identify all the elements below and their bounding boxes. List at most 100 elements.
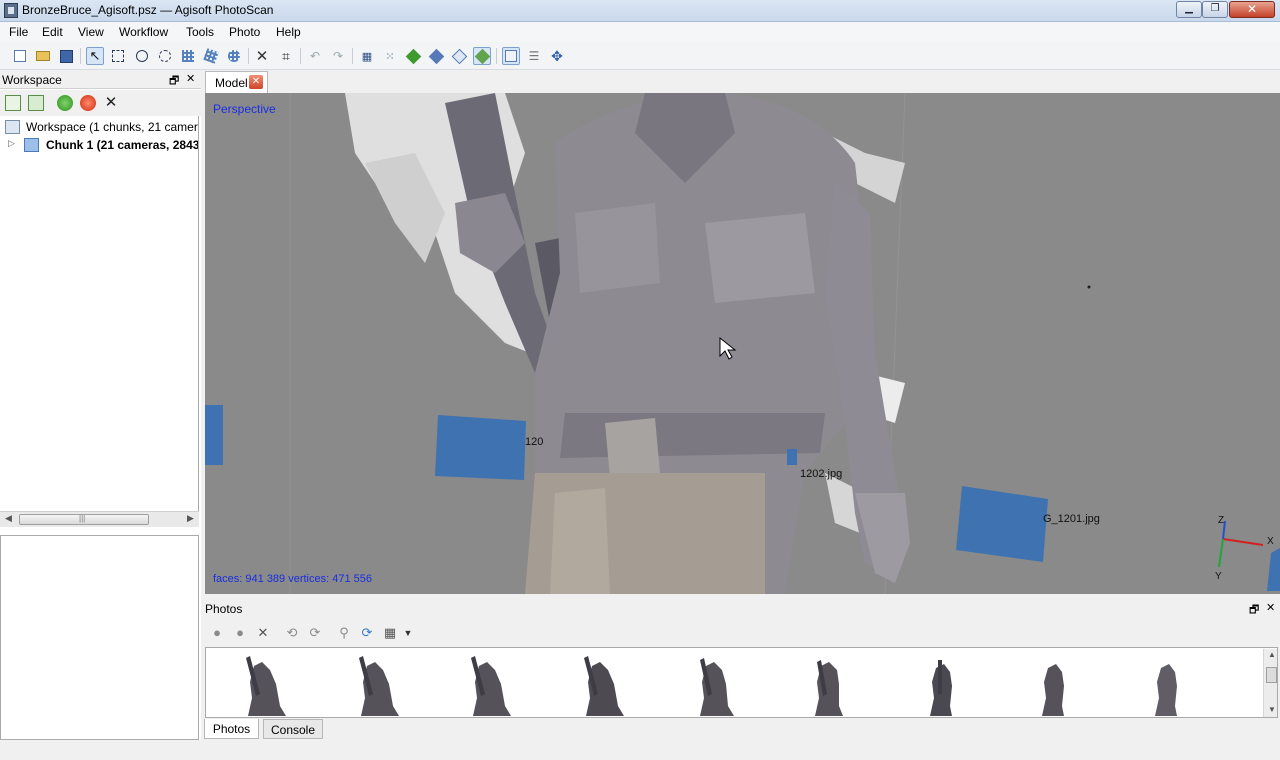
rectangle-selection-icon[interactable] <box>109 47 127 65</box>
main-toolbar: ↖ ✕ ⌗ ↶ ↷ ▦ ⁙ ☰ ✥ <box>0 42 1280 70</box>
title-bar: BronzeBruce_Agisoft.psz — Agisoft PhotoS… <box>0 0 1280 22</box>
menu-file[interactable]: File <box>9 25 28 39</box>
tab-model-label: Model <box>215 76 248 90</box>
model-viewport[interactable]: Perspective 120 1202.jpg G_1201.jpg Z X … <box>205 93 1280 594</box>
open-project-icon[interactable] <box>34 47 52 65</box>
photo-thumbnail[interactable] <box>349 654 409 716</box>
workspace-close-button[interactable]: ✕ <box>186 72 195 85</box>
show-cameras-icon[interactable]: ▦ <box>358 47 376 65</box>
window-title: BronzeBruce_Agisoft.psz — Agisoft PhotoS… <box>22 3 274 17</box>
scroll-right-arrow-icon[interactable]: ▶ <box>187 513 194 524</box>
menu-view[interactable]: View <box>78 25 104 39</box>
shaded-model-icon[interactable] <box>450 47 468 65</box>
scroll-thumb[interactable]: ||| <box>19 514 149 525</box>
projection-label: Perspective <box>213 102 276 116</box>
disable-photos-icon[interactable]: ● <box>232 625 248 641</box>
bottom-tabs: Photos Console <box>204 719 1280 740</box>
view-tabs: Model ✕ <box>205 70 1280 93</box>
view-mode-dropdown-icon[interactable]: ▼ <box>400 625 416 641</box>
photos-float-button[interactable]: 🗗 <box>1249 601 1259 620</box>
photos-thumbnail-strip: ▲ ▼ <box>205 647 1278 718</box>
photos-vertical-scrollbar[interactable]: ▲ ▼ <box>1263 649 1277 717</box>
rotate-left-icon[interactable]: ⟲ <box>284 625 300 641</box>
workspace-properties-pane <box>0 535 199 740</box>
photo-thumbnail[interactable] <box>1024 654 1084 716</box>
photo-thumbnail[interactable] <box>1137 654 1197 716</box>
show-grid-icon[interactable]: ☰ <box>525 47 543 65</box>
rotate-right-icon[interactable]: ⟳ <box>307 625 323 641</box>
camera-label-1200: 120 <box>525 436 544 448</box>
tree-item-label: Workspace (1 chunks, 21 cameras) <box>26 120 199 134</box>
chunk-icon <box>24 138 39 152</box>
tab-model[interactable]: Model ✕ <box>205 71 268 93</box>
tab-console[interactable]: Console <box>263 719 323 739</box>
delete-selection-icon[interactable]: ✕ <box>253 47 271 65</box>
photos-close-button[interactable]: ✕ <box>1266 601 1275 614</box>
scroll-thumb[interactable] <box>1266 667 1277 683</box>
redo-icon[interactable]: ↷ <box>329 47 347 65</box>
add-chunk-icon[interactable] <box>5 95 21 111</box>
move-object-icon[interactable] <box>202 47 220 65</box>
photo-thumbnail[interactable] <box>574 654 634 716</box>
enable-photos-icon[interactable]: ● <box>209 625 225 641</box>
menu-photo[interactable]: Photo <box>229 25 260 39</box>
reset-filter-icon[interactable]: ⟳ <box>359 625 375 641</box>
free-form-selection-icon[interactable] <box>156 47 174 65</box>
menu-edit[interactable]: Edit <box>42 25 63 39</box>
model-render <box>205 93 1280 594</box>
close-window-button[interactable]: ✕ <box>1229 1 1275 18</box>
photo-thumbnail[interactable] <box>461 654 521 716</box>
tree-item-label: Chunk 1 (21 cameras, 284355 points) <box>46 138 199 152</box>
maximize-button[interactable]: ❐ <box>1202 1 1228 18</box>
add-photos-icon[interactable] <box>28 95 44 111</box>
workspace-horizontal-scrollbar[interactable]: ◀ ||| ▶ <box>0 511 199 527</box>
view-mode-icon[interactable]: ▦ <box>382 625 398 641</box>
workspace-title: Workspace <box>2 73 62 87</box>
axis-z-label: Z <box>1218 515 1225 526</box>
rotate-object-icon[interactable] <box>179 47 197 65</box>
expand-chevron-icon[interactable]: ▷ <box>8 138 15 149</box>
filter-photos-icon[interactable]: ⚲ <box>336 625 352 641</box>
solid-model-icon[interactable] <box>404 47 422 65</box>
close-tab-icon[interactable]: ✕ <box>249 75 263 89</box>
workspace-icon <box>5 120 20 134</box>
undo-icon[interactable]: ↶ <box>306 47 324 65</box>
remove-photos-icon[interactable]: ✕ <box>255 625 271 641</box>
menu-workflow[interactable]: Workflow <box>119 25 168 39</box>
photo-thumbnail[interactable] <box>686 654 746 716</box>
minimize-button[interactable]: ▁ <box>1176 1 1202 18</box>
textured-model-icon[interactable] <box>473 47 491 65</box>
navigation-tool-icon[interactable]: ↖ <box>86 47 104 65</box>
scroll-up-arrow-icon[interactable]: ▲ <box>1268 650 1276 659</box>
crop-selection-icon[interactable]: ⌗ <box>277 47 295 65</box>
camera-label-1202: 1202.jpg <box>800 468 843 480</box>
workspace-tree: Workspace (1 chunks, 21 cameras) ▷ Chunk… <box>0 116 199 511</box>
photos-panel: Photos 🗗 ✕ ● ● ✕ ⟲ ⟳ ⚲ ⟳ ▦ ▼ ▲ ▼ Photos … <box>204 600 1280 740</box>
scroll-left-arrow-icon[interactable]: ◀ <box>5 513 12 524</box>
disable-cameras-icon[interactable] <box>80 95 96 111</box>
axis-x-label: X <box>1267 536 1274 547</box>
reset-view-icon[interactable]: ✥ <box>548 47 566 65</box>
photo-thumbnail[interactable] <box>236 654 296 716</box>
photo-thumbnail[interactable] <box>912 654 972 716</box>
save-project-icon[interactable] <box>57 47 75 65</box>
new-project-icon[interactable] <box>11 47 29 65</box>
workspace-float-button[interactable]: 🗗 <box>169 72 179 91</box>
menu-help[interactable]: Help <box>276 25 301 39</box>
menu-tools[interactable]: Tools <box>186 25 214 39</box>
photos-header: Photos 🗗 ✕ <box>204 600 1280 618</box>
resize-region-icon[interactable] <box>225 47 243 65</box>
tab-photos[interactable]: Photos <box>204 719 259 739</box>
circle-selection-icon[interactable] <box>133 47 151 65</box>
wireframe-model-icon[interactable] <box>427 47 445 65</box>
remove-items-icon[interactable]: ✕ <box>103 95 119 111</box>
photos-title: Photos <box>205 602 243 616</box>
point-cloud-icon[interactable]: ⁙ <box>381 47 399 65</box>
enable-cameras-icon[interactable] <box>57 95 73 111</box>
photo-thumbnail[interactable] <box>799 654 859 716</box>
show-region-icon[interactable] <box>502 47 520 65</box>
workspace-header: Workspace 🗗 ✕ <box>0 70 201 89</box>
photoscan-app-icon <box>4 3 18 18</box>
scroll-down-arrow-icon[interactable]: ▼ <box>1268 705 1276 714</box>
workspace-panel: Workspace 🗗 ✕ ✕ Workspace (1 chunks, 21 … <box>0 70 201 740</box>
